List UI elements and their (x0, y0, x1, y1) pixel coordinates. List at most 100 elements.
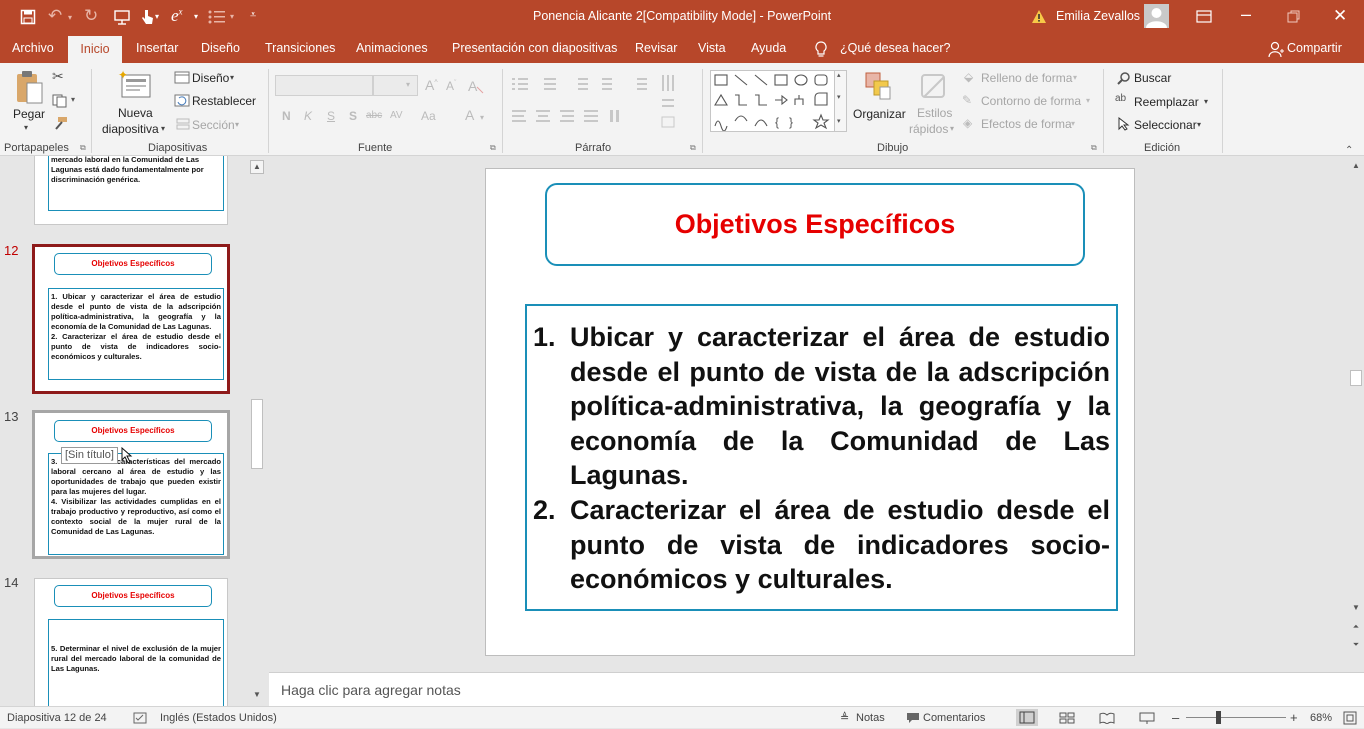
redo-icon[interactable]: ↻ (84, 6, 98, 26)
restore-icon[interactable] (1287, 10, 1301, 24)
select-dropdown-icon[interactable]: ▾ (1197, 120, 1201, 129)
arrange-button[interactable]: Organizar (853, 107, 906, 121)
spelling-check-icon[interactable] (133, 712, 147, 724)
paste-button[interactable]: Pegar (13, 107, 45, 121)
find-button[interactable]: Buscar (1134, 71, 1171, 85)
close-icon[interactable]: ✕ (1333, 6, 1347, 26)
share-button[interactable]: Compartir (1287, 41, 1342, 55)
equation-icon[interactable]: ex (171, 6, 183, 26)
shape-fill-button[interactable]: Relleno de forma (981, 71, 1072, 85)
shape-effects-button[interactable]: Efectos de forma (981, 117, 1072, 131)
tab-diseno[interactable]: Diseño (201, 41, 240, 55)
new-slide-label-1[interactable]: Nueva (118, 106, 153, 120)
tell-me-search[interactable]: ¿Qué desea hacer? (840, 41, 951, 55)
slide-title[interactable]: Objetivos Específicos (545, 183, 1085, 266)
shadow-button[interactable]: S (349, 109, 357, 123)
ribbon-display-options-icon[interactable] (1196, 10, 1212, 23)
notes-icon[interactable]: ≜ (840, 711, 849, 724)
dialog-launcher-icon[interactable]: ⧉ (690, 143, 696, 153)
strikethrough-button[interactable]: abc (366, 110, 382, 121)
reading-view-icon[interactable] (1099, 712, 1115, 724)
warning-icon[interactable] (1031, 9, 1047, 24)
slideshow-icon[interactable] (1139, 712, 1155, 724)
scroll-up-icon[interactable]: ▴ (837, 71, 841, 79)
tab-revisar[interactable]: Revisar (635, 41, 677, 55)
slide-thumbnail-13[interactable]: Objetivos Específicos 3. Identificar las… (32, 410, 230, 559)
shape-effects-icon[interactable]: ◈ (963, 116, 972, 130)
shrink-font-icon[interactable]: Aˇ (446, 79, 456, 93)
scroll-up-icon[interactable]: ▲ (250, 160, 264, 174)
new-slide-button[interactable]: diapositiva (102, 122, 159, 136)
reset-button[interactable]: Restablecer (192, 94, 256, 108)
layout-dropdown-icon[interactable]: ▾ (230, 73, 234, 82)
minimize-icon[interactable]: – (1241, 4, 1251, 25)
scroll-down-icon[interactable]: ▾ (837, 93, 841, 101)
scroll-up-icon[interactable]: ▲ (1350, 160, 1362, 174)
tab-inicio[interactable]: Inicio (68, 36, 122, 63)
more-shapes-icon[interactable]: ▾ (837, 117, 841, 125)
grow-font-icon[interactable]: A^ (425, 77, 438, 93)
layout-button[interactable]: Diseño (192, 71, 229, 85)
paste-dropdown-icon[interactable]: ▾ (24, 123, 28, 132)
bullets-icon[interactable] (208, 10, 226, 24)
section-button[interactable]: Sección (192, 118, 235, 132)
next-slide-icon[interactable]: ⏷ (1351, 640, 1361, 652)
shape-outline-button[interactable]: Contorno de forma (981, 94, 1081, 108)
format-painter-icon[interactable] (52, 116, 68, 130)
underline-button[interactable]: S (327, 109, 335, 123)
tab-animaciones[interactable]: Animaciones (356, 41, 428, 55)
dialog-launcher-icon[interactable]: ⧉ (490, 143, 496, 153)
scroll-down-icon[interactable]: ▼ (250, 689, 264, 703)
zoom-slider-thumb[interactable] (1216, 711, 1221, 724)
save-icon[interactable] (20, 9, 36, 25)
quick-styles-button[interactable]: rápidos (909, 122, 948, 136)
font-size-combo[interactable] (373, 75, 418, 96)
tab-ayuda[interactable]: Ayuda (751, 41, 786, 55)
quick-styles-label-1[interactable]: Estilos (917, 106, 952, 120)
clear-formatting-icon[interactable]: A (468, 78, 484, 94)
thumbnails-scrollbar[interactable]: ▲ ▼ (249, 156, 266, 706)
quick-styles-dropdown-icon[interactable]: ▾ (950, 124, 954, 133)
slide-thumbnail-11[interactable]: mercado laboral en la Comunidad de Las L… (34, 156, 228, 225)
zoom-slider[interactable] (1186, 717, 1286, 718)
scroll-thumb[interactable] (1350, 370, 1362, 386)
copy-dropdown-icon[interactable]: ▾ (71, 95, 75, 104)
zoom-out-icon[interactable]: – (1172, 710, 1179, 725)
notes-button[interactable]: Notas (856, 712, 885, 724)
tab-vista[interactable]: Vista (698, 41, 726, 55)
undo-dropdown-icon[interactable]: ▾ (68, 13, 72, 22)
normal-view-button[interactable] (1016, 709, 1038, 726)
slide-sorter-icon[interactable] (1059, 712, 1075, 724)
cut-icon[interactable]: ✂ (52, 68, 64, 85)
change-case-button[interactable]: Aa (421, 109, 436, 123)
scroll-thumb[interactable] (251, 399, 263, 469)
tab-archivo[interactable]: Archivo (12, 41, 54, 55)
slide-thumbnail-14[interactable]: Objetivos Específicos 5. Determinar el n… (34, 578, 228, 706)
equation-dropdown-icon[interactable]: ▾ (194, 12, 198, 21)
comments-icon[interactable] (906, 712, 920, 724)
notes-pane[interactable]: Haga clic para agregar notas (269, 672, 1364, 706)
shape-outline-dropdown-icon[interactable]: ▾ (1086, 96, 1090, 105)
replace-button[interactable]: Reemplazar (1134, 95, 1199, 109)
font-name-combo[interactable] (275, 75, 373, 96)
touch-mode-icon[interactable] (140, 8, 154, 26)
undo-icon[interactable]: ↶ (48, 6, 62, 26)
spacing-icon[interactable]: AV (390, 110, 403, 121)
copy-icon[interactable] (52, 94, 68, 108)
language-indicator[interactable]: Inglés (Estados Unidos) (160, 712, 277, 724)
notes-placeholder[interactable]: Haga clic para agregar notas (281, 682, 461, 698)
comments-button[interactable]: Comentarios (923, 712, 985, 724)
font-color-icon[interactable]: A (465, 107, 474, 123)
shapes-gallery[interactable]: {} (710, 70, 847, 132)
slide-content-box[interactable]: 1. Ubicar y caracterizar el área de estu… (525, 304, 1118, 611)
avatar[interactable] (1144, 4, 1169, 28)
slide-thumbnail-12[interactable]: Objetivos Específicos 1. Ubicar y caract… (32, 244, 230, 394)
new-slide-dropdown-icon[interactable]: ▾ (161, 124, 165, 133)
zoom-in-icon[interactable]: + (1290, 710, 1298, 725)
font-color-dropdown-icon[interactable]: ▾ (480, 113, 484, 122)
editor-scrollbar[interactable]: ▲ ▼ ⏶ ⏷ (1348, 156, 1364, 672)
slide-thumbnails-pane[interactable]: mercado laboral en la Comunidad de Las L… (0, 156, 266, 706)
tab-transiciones[interactable]: Transiciones (265, 41, 335, 55)
replace-dropdown-icon[interactable]: ▾ (1204, 97, 1208, 106)
tab-presentacion[interactable]: Presentación con diapositivas (452, 41, 617, 55)
